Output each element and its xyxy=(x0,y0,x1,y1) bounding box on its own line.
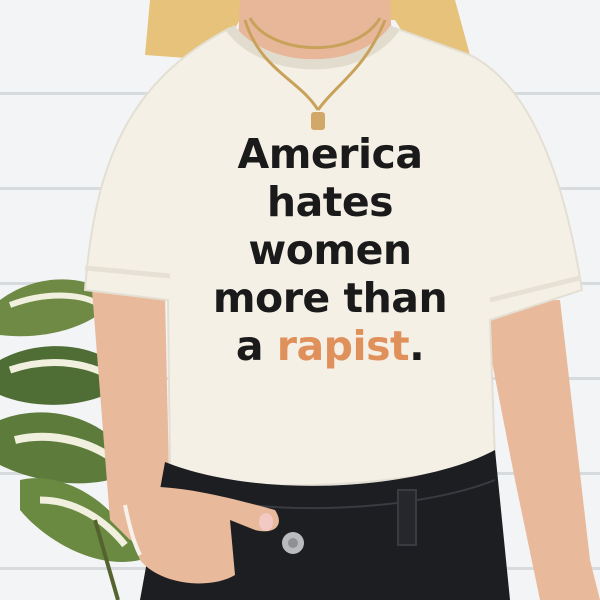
shirt-slogan: America hates women more than a rapist. xyxy=(170,130,490,370)
slogan-accent-word: rapist xyxy=(276,322,410,370)
slogan-line-5-prefix: a xyxy=(235,322,277,370)
slogan-line-5: a rapist. xyxy=(170,322,490,370)
slogan-line-2: hates xyxy=(266,178,394,226)
slogan-line-3: women xyxy=(248,226,412,274)
product-photo: America hates women more than a rapist. xyxy=(0,0,600,600)
slogan-line-1: America xyxy=(237,130,423,178)
slogan-line-5-suffix: . xyxy=(409,322,425,370)
slogan-line-4: more than xyxy=(212,274,448,322)
